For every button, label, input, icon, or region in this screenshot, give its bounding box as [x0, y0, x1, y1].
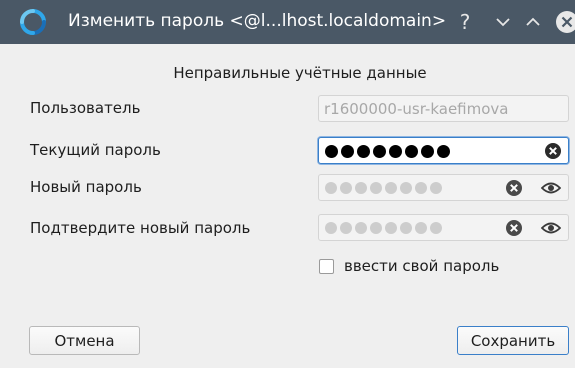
- current-password-label: Текущий пароль: [30, 141, 161, 159]
- help-icon: ?: [459, 10, 471, 34]
- clear-icon[interactable]: [505, 219, 523, 237]
- new-password-label: Новый пароль: [30, 178, 142, 196]
- confirm-password-masked: [325, 221, 445, 235]
- change-password-dialog: Изменить пароль <@l...lhost.localdomain>…: [0, 0, 575, 368]
- new-password-masked: [325, 181, 445, 195]
- confirm-password-label: Подтвердите новый пароль: [30, 219, 251, 237]
- chevron-down-icon: [496, 18, 510, 27]
- user-value: r1600000-usr-kaefimova: [324, 100, 509, 118]
- eye-icon[interactable]: [541, 179, 561, 197]
- custom-password-checkbox[interactable]: [319, 259, 334, 274]
- cancel-button[interactable]: Отмена: [29, 326, 140, 355]
- chevron-up-icon: [526, 17, 540, 26]
- app-logo-icon: [20, 9, 46, 35]
- new-password-field: [318, 174, 569, 201]
- confirm-password-field: [318, 214, 569, 241]
- maximize-button[interactable]: [518, 7, 548, 37]
- close-button[interactable]: [552, 7, 575, 37]
- user-label: Пользователь: [30, 99, 141, 117]
- window-title: Изменить пароль <@l...lhost.localdomain>: [68, 11, 447, 31]
- current-password-masked: [325, 144, 453, 158]
- clear-icon[interactable]: [544, 142, 562, 160]
- user-field: r1600000-usr-kaefimova: [318, 95, 569, 122]
- title-bar[interactable]: Изменить пароль <@l...lhost.localdomain>…: [0, 0, 575, 44]
- help-button[interactable]: ?: [450, 7, 480, 37]
- save-button[interactable]: Сохранить: [457, 326, 569, 355]
- custom-password-checkbox-label[interactable]: ввести свой пароль: [344, 257, 499, 275]
- minimize-button[interactable]: [488, 7, 518, 37]
- eye-icon[interactable]: [541, 219, 561, 237]
- error-message: Неправильные учётные данные: [173, 64, 427, 82]
- current-password-field[interactable]: [318, 137, 569, 164]
- clear-icon[interactable]: [505, 179, 523, 197]
- close-icon: [556, 11, 575, 33]
